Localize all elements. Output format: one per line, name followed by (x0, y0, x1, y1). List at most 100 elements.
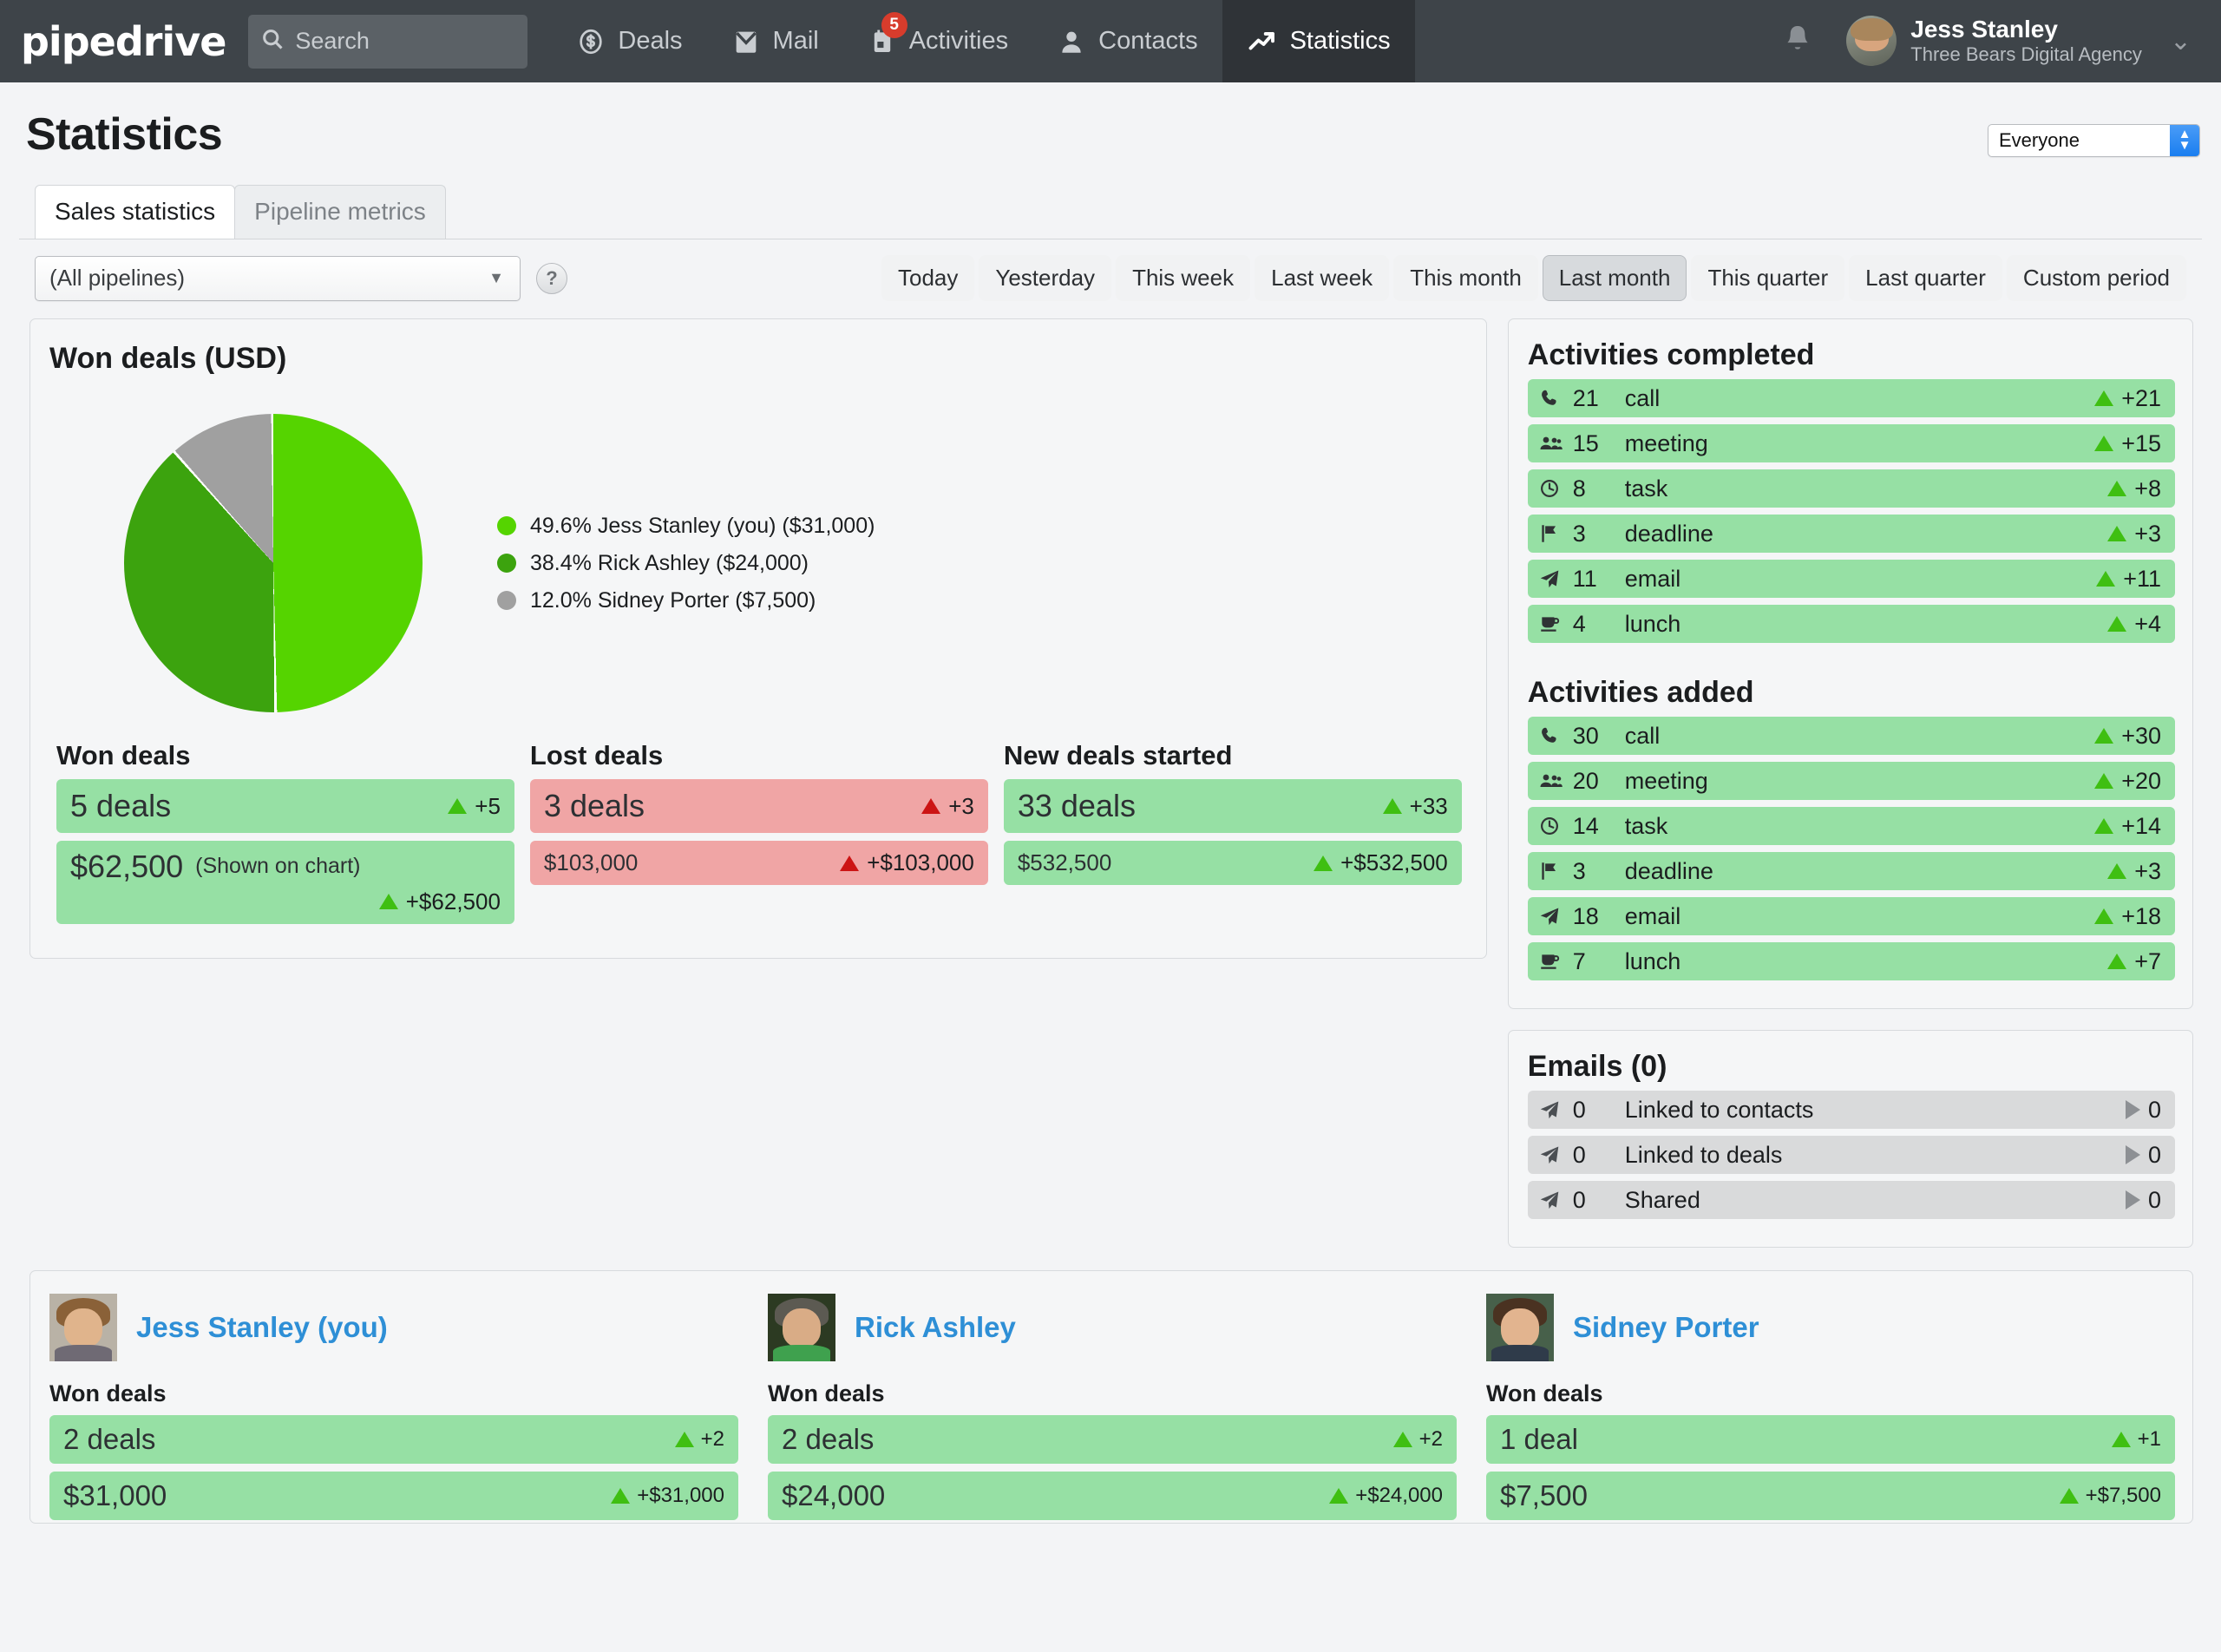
activity-delta: +4 (2107, 611, 2161, 638)
activity-delta: +30 (2094, 723, 2161, 750)
nav-item-statistics[interactable]: Statistics (1222, 0, 1415, 82)
legend-swatch (497, 591, 516, 610)
person-icon (1057, 27, 1086, 56)
period-this-quarter[interactable]: This quarter (1691, 255, 1845, 301)
chevron-down-icon: ▼ (488, 269, 504, 286)
activity-row-task-completed[interactable]: 8 task +8 (1527, 469, 2175, 508)
tab-sales-statistics[interactable]: Sales statistics (35, 185, 236, 239)
period-this-month[interactable]: This month (1393, 255, 1538, 301)
user-card-name[interactable]: Sidney Porter (1573, 1311, 1759, 1344)
page-body: Statistics Everyone ▲ ▼ Sales statistics … (0, 82, 2221, 1524)
triangle-right-icon (2125, 1100, 2140, 1119)
nav-item-mail[interactable]: Mail (707, 0, 843, 82)
email-row-linked-to-deals[interactable]: 0 Linked to deals 0 (1527, 1136, 2175, 1174)
delta-value: +1 (2137, 1427, 2161, 1451)
filter-bar: (All pipelines) ▼ ? Today Yesterday This… (19, 239, 2202, 313)
activity-row-call-added[interactable]: 30 call +30 (1527, 717, 2175, 755)
delta-value: +15 (2121, 429, 2161, 456)
activity-delta: +14 (2094, 813, 2161, 840)
user-won-count-bar[interactable]: 1 deal +1 (1486, 1415, 2175, 1464)
won-deals-chart-title: Won deals (USD) (49, 342, 287, 375)
pie-graphic[interactable] (124, 414, 423, 712)
period-last-month[interactable]: Last month (1542, 255, 1687, 301)
pipedrive-logo[interactable]: pipedrive (0, 0, 248, 82)
new-deals-count-bar[interactable]: 33 deals +33 (1003, 779, 1462, 833)
activity-row-task-added[interactable]: 14 task +14 (1527, 807, 2175, 845)
period-last-quarter[interactable]: Last quarter (1849, 255, 2002, 301)
user-card-name[interactable]: Rick Ashley (855, 1311, 1016, 1344)
lost-deals-amount-delta: +$103,000 (840, 849, 974, 876)
triangle-up-icon (2107, 481, 2127, 496)
activity-count: 30 (1572, 722, 1599, 749)
won-deals-count-bar[interactable]: 5 deals +5 (56, 779, 514, 833)
tab-pipeline-metrics[interactable]: Pipeline metrics (234, 185, 446, 239)
period-this-week[interactable]: This week (1116, 255, 1251, 301)
activities-badge: 5 (881, 12, 907, 38)
period-last-week[interactable]: Last week (1255, 255, 1390, 301)
user-won-amount-bar[interactable]: $7,500 +$7,500 (1486, 1472, 2175, 1520)
period-custom[interactable]: Custom period (2006, 255, 2186, 301)
lost-deals-amount-bar[interactable]: $103,000 +$103,000 (529, 841, 988, 885)
activity-delta: +21 (2094, 385, 2161, 412)
triangle-up-icon (1382, 798, 1402, 814)
metric-label: New deals started (1003, 740, 1233, 770)
won-deals-amount-bar[interactable]: $62,500 (Shown on chart) +$62,500 (56, 841, 514, 924)
nav-item-activities[interactable]: 5 Activities (843, 0, 1032, 82)
activity-count: 14 (1572, 812, 1599, 839)
triangle-up-icon (2094, 818, 2114, 834)
dollar-circle-icon (576, 27, 606, 56)
activity-row-meeting-added[interactable]: 20 meeting +20 (1527, 762, 2175, 800)
user-won-count-delta: +1 (2111, 1427, 2161, 1452)
email-row-linked-to-contacts[interactable]: 0 Linked to contacts 0 (1527, 1091, 2175, 1129)
legend-label: 12.0% Sidney Porter ($7,500) (530, 587, 816, 613)
help-label: ? (546, 266, 558, 289)
user-card-header: Jess Stanley (you) (49, 1294, 738, 1361)
lost-deals-count-bar[interactable]: 3 deals +3 (529, 779, 988, 833)
period-label: Custom period (2022, 265, 2170, 291)
activity-row-deadline-completed[interactable]: 3 deadline +3 (1527, 515, 2175, 553)
delta-value: +3 (2134, 857, 2161, 884)
user-won-count-bar[interactable]: 2 deals +2 (49, 1415, 738, 1464)
activity-label: email (1624, 565, 1681, 592)
email-row-shared[interactable]: 0 Shared 0 (1527, 1181, 2175, 1219)
lost-deals-count-delta: +3 (921, 793, 974, 820)
nav-item-contacts[interactable]: Contacts (1032, 0, 1222, 82)
user-card-name[interactable]: Jess Stanley (you) (136, 1311, 388, 1344)
nav-label-mail: Mail (772, 27, 819, 55)
activity-row-deadline-added[interactable]: 3 deadline +3 (1527, 852, 2175, 890)
delta-value: +$24,000 (1355, 1484, 1443, 1507)
help-button[interactable]: ? (536, 262, 567, 294)
activity-count: 21 (1572, 384, 1599, 411)
won-deals-amount-note: (Shown on chart) (195, 854, 361, 878)
avatar (768, 1294, 835, 1361)
period-today[interactable]: Today (881, 255, 975, 301)
nav-right: Jess Stanley Three Bears Digital Agency … (1749, 0, 2221, 82)
nav-item-deals[interactable]: Deals (552, 0, 706, 82)
activity-row-lunch-added[interactable]: 7 lunch +7 (1527, 942, 2175, 980)
bell-icon (1780, 22, 1815, 61)
user-menu[interactable]: Jess Stanley Three Bears Digital Agency … (1846, 16, 2204, 67)
activity-row-email-added[interactable]: 18 email +18 (1527, 897, 2175, 935)
user-won-amount-bar[interactable]: $31,000 +$31,000 (49, 1472, 738, 1520)
triangle-up-icon (1392, 1432, 1412, 1447)
activity-label: lunch (1624, 610, 1681, 637)
pipeline-select-value: (All pipelines) (49, 265, 186, 291)
new-deals-amount-bar[interactable]: $532,500 +$532,500 (1003, 841, 1462, 885)
activity-row-email-completed[interactable]: 11 email +11 (1527, 560, 2175, 598)
user-filter-select[interactable]: Everyone ▲ ▼ (1988, 124, 2200, 157)
user-won-count-bar[interactable]: 2 deals +2 (768, 1415, 1457, 1464)
pipeline-select[interactable]: (All pipelines) ▼ (35, 255, 521, 301)
delta-value: +2 (700, 1427, 724, 1451)
triangle-up-icon (448, 798, 468, 814)
notifications-button[interactable] (1749, 22, 1846, 61)
period-yesterday[interactable]: Yesterday (979, 255, 1112, 301)
delta-value: +2 (1418, 1427, 1443, 1451)
search-input[interactable]: Search (248, 14, 528, 69)
activity-row-call-completed[interactable]: 21 call +21 (1527, 379, 2175, 417)
user-company: Three Bears Digital Agency (1910, 43, 2142, 66)
metric-columns: Won deals 5 deals +5 $62,500 (Shown on c… (49, 731, 1469, 932)
delta-value: +20 (2121, 767, 2161, 794)
user-won-amount-bar[interactable]: $24,000 +$24,000 (768, 1472, 1457, 1520)
activity-row-lunch-completed[interactable]: 4 lunch +4 (1527, 605, 2175, 643)
activity-row-meeting-completed[interactable]: 15 meeting +15 (1527, 424, 2175, 462)
